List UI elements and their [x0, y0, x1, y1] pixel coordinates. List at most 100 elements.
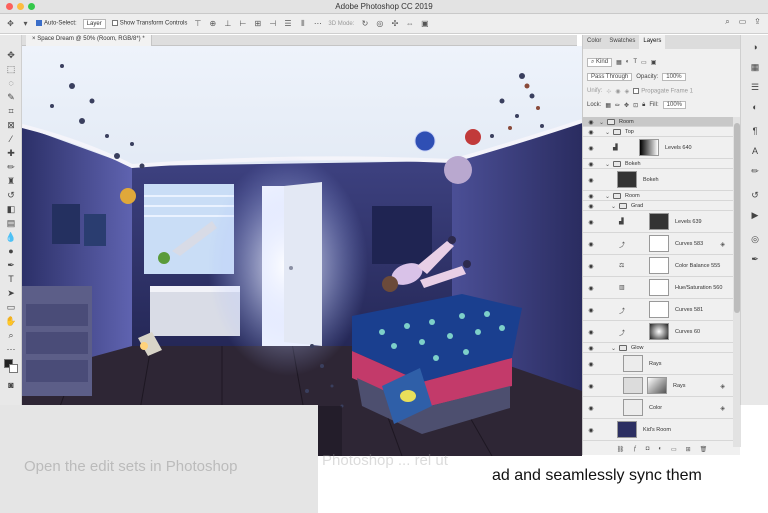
layer-row[interactable]: ◉ Rays [583, 353, 733, 375]
layer-thumbnail[interactable] [617, 421, 637, 438]
rectangle-tool-icon[interactable]: ▭ [5, 301, 17, 313]
effects-icon[interactable]: ◈ [720, 241, 725, 248]
eye-icon[interactable]: ◉ [587, 345, 595, 352]
layer-mask-thumbnail[interactable] [649, 279, 669, 296]
eye-icon[interactable]: ◉ [587, 193, 595, 200]
layer-mask-thumbnail[interactable] [647, 377, 667, 394]
filter-smart-icon[interactable]: ▣ [651, 59, 657, 66]
document-canvas[interactable] [22, 46, 582, 456]
transform-controls-checkbox[interactable]: Show Transform Controls [111, 20, 187, 27]
workspace-icon[interactable]: ▭ [738, 17, 747, 26]
layer-row[interactable]: ◉ ⌄ Room [583, 191, 733, 201]
blend-mode-dropdown[interactable]: Pass Through [587, 73, 633, 81]
chevron-down-icon[interactable]: ⌄ [605, 193, 610, 200]
character-panel-icon[interactable]: A [749, 145, 761, 157]
layer-thumbnail[interactable] [623, 377, 643, 394]
pen-tool-icon[interactable]: ✒ [5, 259, 17, 271]
add-mask-icon[interactable]: ◘ [646, 446, 650, 455]
chevron-down-icon[interactable]: ⌄ [599, 119, 604, 126]
history-brush-tool-icon[interactable]: ↺ [5, 189, 17, 201]
orbit-3d-icon[interactable]: ↻ [360, 19, 369, 28]
align-center-icon[interactable]: ⊞ [253, 19, 262, 28]
eye-icon[interactable]: ◉ [587, 307, 595, 314]
eye-icon[interactable]: ◉ [587, 219, 595, 226]
align-right-icon[interactable]: ⊣ [268, 19, 277, 28]
drag-3d-icon[interactable]: ✣ [390, 19, 399, 28]
distribute-icon[interactable]: ☰ [283, 19, 292, 28]
document-tab[interactable]: × Space Dream @ 50% (Room, RGB/8*) * [26, 35, 152, 46]
tab-layers[interactable]: Layers [639, 35, 666, 49]
channels-panel-icon[interactable]: ◎ [749, 233, 761, 245]
roll-3d-icon[interactable]: ◎ [375, 19, 384, 28]
gradient-tool-icon[interactable]: ▤ [5, 217, 17, 229]
quick-mask-icon[interactable]: ◙ [5, 379, 17, 391]
type-tool-icon[interactable]: T [5, 273, 17, 285]
filter-type-icon[interactable]: T [633, 59, 637, 65]
paragraph-panel-icon[interactable]: ¶ [749, 125, 761, 137]
color-panel-icon[interactable]: ◑ [749, 41, 761, 53]
crop-tool-icon[interactable]: ⌗ [5, 105, 17, 117]
blur-tool-icon[interactable]: 💧 [5, 231, 17, 243]
chevron-down-icon[interactable]: ⌄ [611, 345, 616, 352]
eye-icon[interactable]: ◉ [587, 177, 595, 184]
filter-adjustment-icon[interactable]: ◐ [626, 59, 630, 65]
layer-row[interactable]: ◉ Color ◈ [583, 397, 733, 419]
align-top-icon[interactable]: ⊤ [193, 19, 202, 28]
quick-select-tool-icon[interactable]: ✎ [5, 91, 17, 103]
layer-row[interactable]: ◉ ⚖ Color Balance 555 [583, 255, 733, 277]
scale-3d-icon[interactable]: ▣ [420, 19, 429, 28]
eye-icon[interactable]: ◉ [587, 383, 595, 390]
delete-layer-icon[interactable]: 🗑︎ [700, 446, 708, 455]
chevron-down-icon[interactable]: ▾ [21, 19, 30, 28]
new-group-icon[interactable]: ▭ [671, 446, 677, 455]
effects-icon[interactable]: ◈ [720, 405, 725, 412]
move-tool-icon[interactable]: ✥ [6, 19, 15, 28]
layer-row[interactable]: ◉ ⤴ Curves 60 [583, 321, 733, 343]
more-tools-icon[interactable]: ⋯ [5, 343, 17, 355]
filter-kind-dropdown[interactable]: ⌕ Kind [587, 57, 613, 67]
unify-position-icon[interactable]: ⊹ [606, 88, 611, 95]
lock-position-icon[interactable]: ✥ [624, 102, 629, 109]
filter-shape-icon[interactable]: ▭ [641, 59, 647, 66]
layer-row[interactable]: ◉ ⤴ Curves 583 ◈ [583, 233, 733, 255]
layer-thumbnail[interactable] [623, 399, 643, 416]
chevron-down-icon[interactable]: ⌄ [605, 161, 610, 168]
fill-input[interactable]: 100% [662, 101, 687, 109]
clone-stamp-tool-icon[interactable]: ♜ [5, 175, 17, 187]
layer-mask-thumbnail[interactable] [649, 301, 669, 318]
lock-artboard-icon[interactable]: ⊡ [633, 102, 638, 109]
link-layers-icon[interactable]: ⛓ [617, 446, 625, 455]
close-tab-icon[interactable]: × [32, 36, 36, 42]
slide-3d-icon[interactable]: ⇔ [405, 19, 414, 28]
layer-row[interactable]: ◉ Rays ◈ [583, 375, 733, 397]
brush-tool-icon[interactable]: ✏ [5, 161, 17, 173]
auto-select-dropdown[interactable]: Layer [82, 18, 106, 29]
background-color-swatch[interactable] [9, 364, 18, 373]
add-style-icon[interactable]: ƒ [633, 446, 636, 455]
dodge-tool-icon[interactable]: ● [5, 245, 17, 257]
filter-pixel-icon[interactable]: ▦ [616, 59, 622, 66]
lock-pixels-icon[interactable]: ▦ [605, 102, 611, 109]
opacity-input[interactable]: 100% [662, 73, 686, 81]
eyedropper-tool-icon[interactable]: ⁄ [5, 133, 17, 145]
eye-icon[interactable]: ◉ [587, 119, 595, 126]
history-panel-icon[interactable]: ↺ [749, 189, 761, 201]
adjustments-panel-icon[interactable]: ◐ [749, 101, 761, 113]
align-left-icon[interactable]: ⊢ [238, 19, 247, 28]
layer-mask-thumbnail[interactable] [639, 139, 659, 156]
layer-mask-thumbnail[interactable] [649, 323, 669, 340]
hand-tool-icon[interactable]: ✋ [5, 315, 17, 327]
align-middle-icon[interactable]: ⊕ [208, 19, 217, 28]
new-layer-icon[interactable]: ⊞ [686, 446, 691, 455]
eye-icon[interactable]: ◉ [587, 263, 595, 270]
align-bottom-icon[interactable]: ⊥ [223, 19, 232, 28]
healing-brush-tool-icon[interactable]: ✚ [5, 147, 17, 159]
eye-icon[interactable]: ◉ [587, 203, 595, 210]
effects-icon[interactable]: ◈ [720, 383, 725, 390]
eye-icon[interactable]: ◉ [587, 361, 595, 368]
eye-icon[interactable]: ◉ [587, 241, 595, 248]
lock-paint-icon[interactable]: ✏ [615, 102, 620, 109]
new-adjustment-icon[interactable]: ◐ [658, 446, 662, 455]
layer-row[interactable]: ◉ ⌄ Top [583, 127, 733, 137]
layer-thumbnail[interactable] [623, 355, 643, 372]
